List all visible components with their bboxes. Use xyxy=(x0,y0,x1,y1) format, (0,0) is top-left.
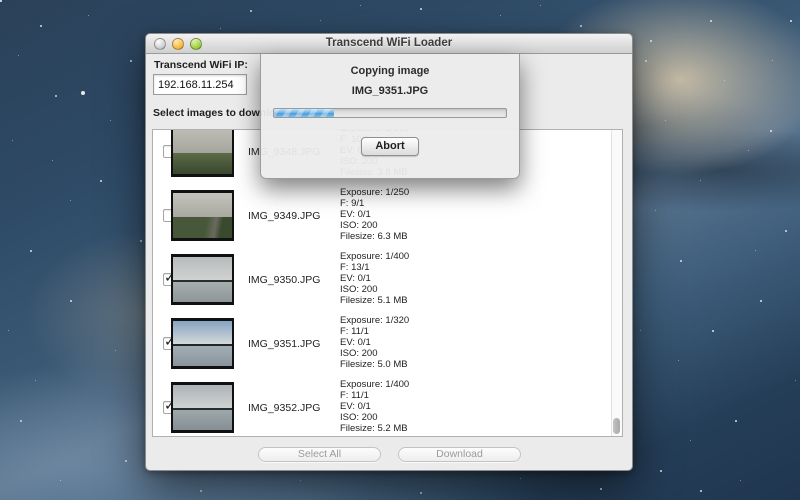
image-row: ✓IMG_9352.JPGExposure: 1/400F: 11/1EV: 0… xyxy=(153,376,622,437)
exif-info: Exposure: 1/250F: 9/1EV: 0/1ISO: 200File… xyxy=(340,187,409,242)
select-all-button[interactable]: Select All xyxy=(258,447,381,462)
exif-info: Exposure: 1/400F: 11/1EV: 0/1ISO: 200Fil… xyxy=(340,379,409,434)
ip-input[interactable] xyxy=(153,74,247,95)
image-thumbnail xyxy=(171,382,234,433)
window-title: Transcend WiFi Loader xyxy=(146,37,632,49)
image-row: IMG_9349.JPG Exposure: 1/250F: 9/1EV: 0/1… xyxy=(153,184,622,248)
download-button[interactable]: Download xyxy=(398,447,521,462)
image-filename: IMG_9351.JPG xyxy=(248,338,320,350)
image-thumbnail xyxy=(171,129,234,177)
desktop-wallpaper: Transcend WiFi Loader Transcend WiFi IP:… xyxy=(0,0,800,500)
exif-info: Exposure: 1/400F: 13/1EV: 0/1ISO: 200Fil… xyxy=(340,251,409,306)
image-row: ✓IMG_9350.JPGExposure: 1/400F: 13/1EV: 0… xyxy=(153,248,622,312)
app-window: Transcend WiFi Loader Transcend WiFi IP:… xyxy=(145,33,633,471)
dialog-filename: IMG_9351.JPG xyxy=(261,85,519,97)
stars-decoration xyxy=(0,0,1,1)
progress-bar xyxy=(273,108,507,118)
image-filename: IMG_9349.JPG xyxy=(248,210,320,222)
ip-label: Transcend WiFi IP: xyxy=(154,59,248,71)
window-titlebar[interactable]: Transcend WiFi Loader xyxy=(146,34,632,54)
image-thumbnail xyxy=(171,318,234,369)
scrollbar-thumb[interactable] xyxy=(613,418,620,434)
image-row: ✓IMG_9351.JPGExposure: 1/320F: 11/1EV: 0… xyxy=(153,312,622,376)
image-filename: IMG_9350.JPG xyxy=(248,274,320,286)
image-thumbnail xyxy=(171,190,234,241)
dialog-title: Copying image xyxy=(261,65,519,77)
copy-progress-dialog: Copying image IMG_9351.JPG Abort xyxy=(260,54,520,179)
exif-info: Exposure: 1/320F: 11/1EV: 0/1ISO: 200Fil… xyxy=(340,315,409,370)
image-thumbnail xyxy=(171,254,234,305)
progress-fill xyxy=(274,109,334,117)
scrollbar[interactable] xyxy=(611,130,622,436)
image-filename: IMG_9352.JPG xyxy=(248,402,320,414)
abort-button[interactable]: Abort xyxy=(361,137,419,156)
